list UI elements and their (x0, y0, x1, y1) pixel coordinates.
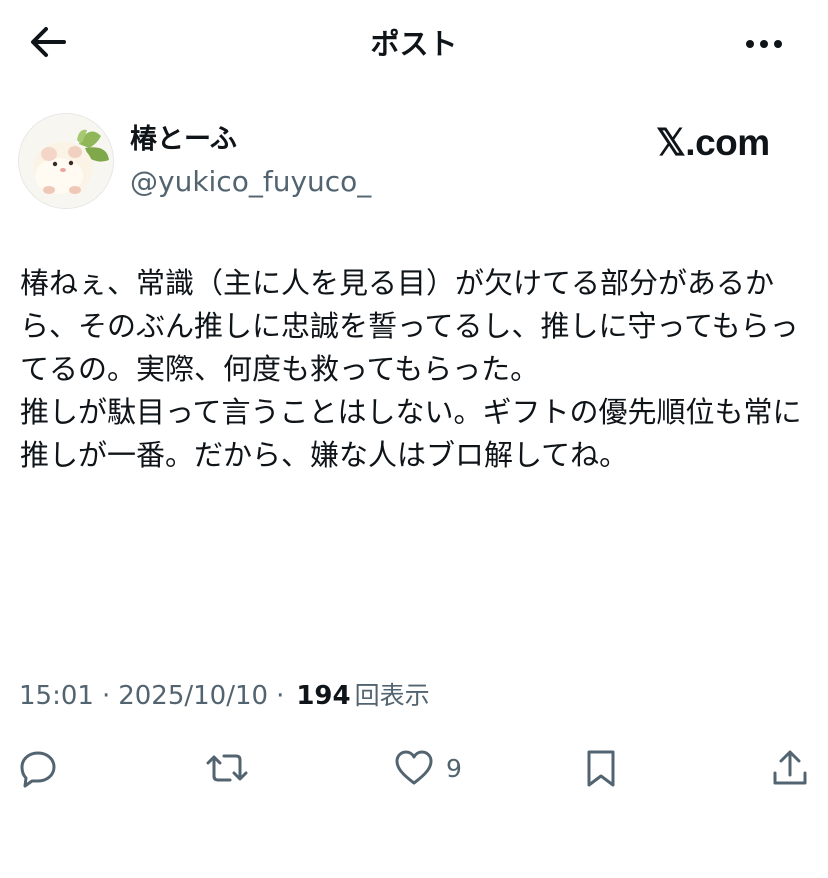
page-title: ポスト (370, 27, 458, 61)
display-name[interactable]: 椿とーふ (130, 122, 237, 158)
watermark-text: 𝕏.com (656, 121, 770, 163)
reply-icon (18, 748, 58, 788)
post-meta: 15:01 · 2025/10/10 · 194 回表示 (19, 678, 430, 714)
user-handle[interactable]: @yukico_fuyuco_ (130, 164, 371, 200)
repost-button[interactable] (204, 746, 250, 790)
like-button[interactable]: 9 (394, 746, 462, 790)
reply-button[interactable] (18, 746, 58, 790)
post-date[interactable]: 2025/10/10 (118, 678, 268, 714)
post-text: 椿ねぇ、常識（主に人を見る目）が欠けてる部分があるから、そのぶん推しに忠誠を誓っ… (20, 266, 802, 472)
more-horizontal-icon (744, 35, 784, 54)
views-label[interactable]: 回表示 (355, 678, 430, 714)
top-bar: ポスト (0, 0, 828, 88)
share-icon (770, 748, 810, 788)
meta-separator: · (101, 681, 111, 711)
hamster-avatar (19, 114, 113, 208)
like-count: 9 (446, 753, 462, 783)
x-watermark: 𝕏.com (656, 120, 770, 164)
post-time[interactable]: 15:01 (19, 678, 94, 714)
views-count[interactable]: 194 (296, 678, 350, 714)
meta-separator: · (276, 681, 285, 711)
share-button[interactable] (770, 746, 810, 790)
bookmark-icon (584, 748, 618, 788)
repost-icon (204, 748, 250, 788)
heart-icon (394, 748, 434, 788)
more-button[interactable] (742, 24, 786, 64)
bookmark-button[interactable] (584, 746, 618, 790)
avatar[interactable] (18, 113, 114, 209)
